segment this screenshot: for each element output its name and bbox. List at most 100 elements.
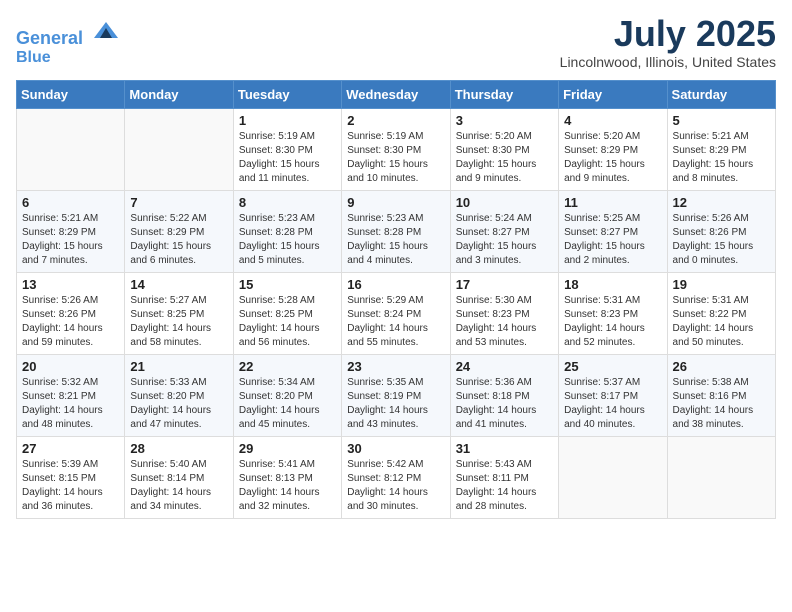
day-info: Sunrise: 5:41 AMSunset: 8:13 PMDaylight:… [239, 458, 336, 514]
day-info: Sunrise: 5:21 AMSunset: 8:29 PMDaylight:… [673, 130, 770, 186]
day-number: 29 [239, 441, 336, 456]
calendar-cell: 9Sunrise: 5:23 AMSunset: 8:28 PMDaylight… [342, 191, 450, 273]
day-number: 27 [22, 441, 119, 456]
calendar-cell: 20 Sunrise: 5:32 AMSunset: 8:21 PMDayligh… [17, 355, 125, 437]
day-info: Sunrise: 5:34 AMSunset: 8:20 PMDaylight:… [239, 376, 336, 432]
calendar-cell: 12Sunrise: 5:26 AMSunset: 8:26 PMDayligh… [667, 191, 775, 273]
day-number: 10 [456, 195, 553, 210]
day-number: 31 [456, 441, 553, 456]
day-number: 25 [564, 359, 661, 374]
day-number: 18 [564, 277, 661, 292]
day-number: 7 [130, 195, 227, 210]
calendar-cell: 6 Sunrise: 5:21 AMSunset: 8:29 PMDaylight… [17, 191, 125, 273]
day-number: 21 [130, 359, 227, 374]
calendar-cell: 8 Sunrise: 5:23 AMSunset: 8:28 PMDaylight… [233, 191, 341, 273]
day-info: Sunrise: 5:33 AMSunset: 8:20 PMDaylight:… [130, 376, 227, 432]
calendar-cell: 10 Sunrise: 5:24 AMSunset: 8:27 PMDayligh… [450, 191, 558, 273]
calendar-cell [559, 437, 667, 519]
day-info: Sunrise: 5:36 AMSunset: 8:18 PMDaylight:… [456, 376, 553, 432]
calendar-cell: 15 Sunrise: 5:28 AMSunset: 8:25 PMDayligh… [233, 273, 341, 355]
col-header-sunday: Sunday [17, 81, 125, 109]
day-number: 20 [22, 359, 119, 374]
col-header-friday: Friday [559, 81, 667, 109]
day-info: Sunrise: 5:32 AMSunset: 8:21 PMDaylight:… [22, 376, 119, 432]
day-info: Sunrise: 5:30 AMSunset: 8:23 PMDaylight:… [456, 294, 553, 350]
calendar-cell: 13 Sunrise: 5:26 AMSunset: 8:26 PMDayligh… [17, 273, 125, 355]
calendar-cell: 4Sunrise: 5:20 AMSunset: 8:29 PMDaylight… [559, 109, 667, 191]
calendar-cell: 1Sunrise: 5:19 AMSunset: 8:30 PMDaylight… [233, 109, 341, 191]
day-number: 15 [239, 277, 336, 292]
calendar-cell: 5Sunrise: 5:21 AMSunset: 8:29 PMDaylight… [667, 109, 775, 191]
calendar-cell: 22 Sunrise: 5:34 AMSunset: 8:20 PMDayligh… [233, 355, 341, 437]
calendar-cell: 3 Sunrise: 5:20 AMSunset: 8:30 PMDaylight… [450, 109, 558, 191]
day-number: 2 [347, 113, 444, 128]
day-number: 24 [456, 359, 553, 374]
calendar-cell [17, 109, 125, 191]
calendar-cell: 2 Sunrise: 5:19 AMSunset: 8:30 PMDaylight… [342, 109, 450, 191]
day-info: Sunrise: 5:43 AMSunset: 8:11 PMDaylight:… [456, 458, 553, 514]
calendar-cell: 16 Sunrise: 5:29 AMSunset: 8:24 PMDayligh… [342, 273, 450, 355]
calendar-cell [125, 109, 233, 191]
day-info: Sunrise: 5:31 AMSunset: 8:22 PMDaylight:… [673, 294, 770, 350]
day-info: Sunrise: 5:29 AMSunset: 8:24 PMDaylight:… [347, 294, 444, 350]
calendar-cell: 23 Sunrise: 5:35 AMSunset: 8:19 PMDayligh… [342, 355, 450, 437]
calendar-cell [667, 437, 775, 519]
col-header-wednesday: Wednesday [342, 81, 450, 109]
day-number: 28 [130, 441, 227, 456]
day-number: 11 [564, 195, 661, 210]
calendar-cell: 14Sunrise: 5:27 AMSunset: 8:25 PMDayligh… [125, 273, 233, 355]
day-info: Sunrise: 5:31 AMSunset: 8:23 PMDaylight:… [564, 294, 661, 350]
day-info: Sunrise: 5:28 AMSunset: 8:25 PMDaylight:… [239, 294, 336, 350]
col-header-thursday: Thursday [450, 81, 558, 109]
day-number: 6 [22, 195, 119, 210]
day-number: 14 [130, 277, 227, 292]
day-info: Sunrise: 5:25 AMSunset: 8:27 PMDaylight:… [564, 212, 661, 268]
day-info: Sunrise: 5:24 AMSunset: 8:27 PMDaylight:… [456, 212, 553, 268]
calendar-cell: 31 Sunrise: 5:43 AMSunset: 8:11 PMDayligh… [450, 437, 558, 519]
day-info: Sunrise: 5:19 AMSunset: 8:30 PMDaylight:… [347, 130, 444, 186]
calendar-cell: 18 Sunrise: 5:31 AMSunset: 8:23 PMDayligh… [559, 273, 667, 355]
day-number: 3 [456, 113, 553, 128]
logo-blue: Blue [16, 49, 120, 67]
logo: General Blue [16, 16, 120, 66]
calendar-cell: 11 Sunrise: 5:25 AMSunset: 8:27 PMDayligh… [559, 191, 667, 273]
day-number: 22 [239, 359, 336, 374]
day-number: 9 [347, 195, 444, 210]
col-header-saturday: Saturday [667, 81, 775, 109]
day-info: Sunrise: 5:42 AMSunset: 8:12 PMDaylight:… [347, 458, 444, 514]
calendar-cell: 19 Sunrise: 5:31 AMSunset: 8:22 PMDayligh… [667, 273, 775, 355]
day-info: Sunrise: 5:20 AMSunset: 8:30 PMDaylight:… [456, 130, 553, 186]
calendar-week-5: 27 Sunrise: 5:39 AMSunset: 8:15 PMDayligh… [17, 437, 776, 519]
day-number: 23 [347, 359, 444, 374]
day-number: 19 [673, 277, 770, 292]
day-info: Sunrise: 5:39 AMSunset: 8:15 PMDaylight:… [22, 458, 119, 514]
col-header-tuesday: Tuesday [233, 81, 341, 109]
calendar-week-4: 20 Sunrise: 5:32 AMSunset: 8:21 PMDayligh… [17, 355, 776, 437]
day-number: 13 [22, 277, 119, 292]
day-number: 30 [347, 441, 444, 456]
day-info: Sunrise: 5:21 AMSunset: 8:29 PMDaylight:… [22, 212, 119, 268]
calendar-cell: 30 Sunrise: 5:42 AMSunset: 8:12 PMDayligh… [342, 437, 450, 519]
title-block: July 2025 Lincolnwood, Illinois, United … [560, 16, 776, 70]
day-info: Sunrise: 5:19 AMSunset: 8:30 PMDaylight:… [239, 130, 336, 186]
day-number: 16 [347, 277, 444, 292]
calendar-cell: 27 Sunrise: 5:39 AMSunset: 8:15 PMDayligh… [17, 437, 125, 519]
logo-text: General [16, 16, 120, 49]
day-info: Sunrise: 5:23 AMSunset: 8:28 PMDaylight:… [239, 212, 336, 268]
month-year: July 2025 [560, 16, 776, 52]
day-info: Sunrise: 5:37 AMSunset: 8:17 PMDaylight:… [564, 376, 661, 432]
day-info: Sunrise: 5:26 AMSunset: 8:26 PMDaylight:… [22, 294, 119, 350]
day-number: 26 [673, 359, 770, 374]
calendar-table: SundayMondayTuesdayWednesdayThursdayFrid… [16, 80, 776, 519]
calendar-cell: 28Sunrise: 5:40 AMSunset: 8:14 PMDayligh… [125, 437, 233, 519]
calendar-week-3: 13 Sunrise: 5:26 AMSunset: 8:26 PMDayligh… [17, 273, 776, 355]
calendar-cell: 21 Sunrise: 5:33 AMSunset: 8:20 PMDayligh… [125, 355, 233, 437]
calendar-cell: 26Sunrise: 5:38 AMSunset: 8:16 PMDayligh… [667, 355, 775, 437]
day-number: 8 [239, 195, 336, 210]
day-number: 4 [564, 113, 661, 128]
day-info: Sunrise: 5:22 AMSunset: 8:29 PMDaylight:… [130, 212, 227, 268]
day-info: Sunrise: 5:35 AMSunset: 8:19 PMDaylight:… [347, 376, 444, 432]
calendar-week-2: 6 Sunrise: 5:21 AMSunset: 8:29 PMDaylight… [17, 191, 776, 273]
logo-icon [92, 16, 120, 44]
calendar-cell: 25 Sunrise: 5:37 AMSunset: 8:17 PMDayligh… [559, 355, 667, 437]
